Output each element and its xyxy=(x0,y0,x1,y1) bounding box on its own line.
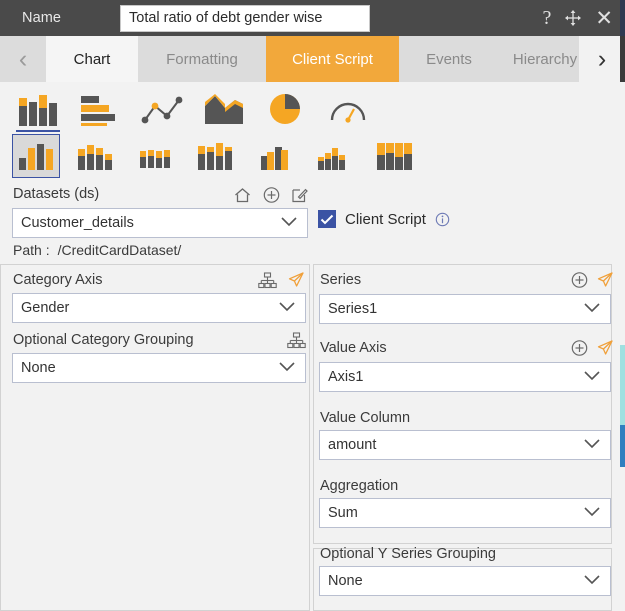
optional-y-series-grouping-value: None xyxy=(328,573,363,589)
column-stacked-small-variant-icon[interactable] xyxy=(132,134,180,178)
aggregation-select[interactable]: Sum xyxy=(319,498,611,528)
chevron-down-icon xyxy=(583,573,601,589)
tabs-scroll-right-icon[interactable]: › xyxy=(579,36,625,82)
background-edge-sliver xyxy=(620,0,625,611)
chevron-down-icon xyxy=(278,360,296,376)
move-cross-icon[interactable] xyxy=(564,9,582,27)
value-axis-value: Axis1 xyxy=(328,369,363,385)
series-send-arrow-icon[interactable] xyxy=(596,271,614,289)
bar-chart-type-icon[interactable] xyxy=(76,86,124,126)
column-chart-type-icon[interactable] xyxy=(14,86,62,126)
tab-hierarchy[interactable]: Hierarchy xyxy=(499,36,591,82)
client-script-label: Client Script xyxy=(345,211,426,228)
category-axis-value: Gender xyxy=(21,300,69,316)
optional-y-series-grouping-label: Optional Y Series Grouping xyxy=(320,546,496,562)
category-axis-select[interactable]: Gender xyxy=(12,293,306,323)
optional-y-series-grouping-select[interactable]: None xyxy=(319,566,611,596)
column-clustered-variant-icon[interactable] xyxy=(12,134,60,178)
optional-category-grouping-label: Optional Category Grouping xyxy=(13,332,194,348)
chevron-down-icon xyxy=(583,369,601,385)
chevron-down-icon xyxy=(583,505,601,521)
chevron-down-icon xyxy=(583,301,601,317)
series-label: Series xyxy=(320,272,361,288)
column-full-stacked-variant-icon[interactable] xyxy=(372,134,420,178)
value-axis-send-arrow-icon[interactable] xyxy=(596,339,614,357)
column-overlap-variant-icon[interactable] xyxy=(252,134,300,178)
optional-category-grouping-select[interactable]: None xyxy=(12,353,306,383)
value-column-value: amount xyxy=(328,437,376,453)
name-field-label: Name xyxy=(22,10,118,26)
gauge-chart-type-icon[interactable] xyxy=(324,86,372,126)
client-script-checkbox[interactable] xyxy=(318,210,336,228)
value-column-select[interactable]: amount xyxy=(319,430,611,460)
edit-pencil-icon[interactable] xyxy=(290,186,309,204)
column-stacked-variant-icon[interactable] xyxy=(72,134,120,178)
value-axis-add-plus-circle-icon[interactable] xyxy=(570,339,589,357)
series-select[interactable]: Series1 xyxy=(319,294,611,324)
tab-chart[interactable]: Chart xyxy=(46,36,138,82)
dataset-path-value: /CreditCardDataset/ xyxy=(58,242,182,258)
dataset-path-row: Path : /CreditCardDataset/ xyxy=(13,242,181,258)
series-value: Series1 xyxy=(328,301,377,317)
home-icon[interactable] xyxy=(233,186,252,204)
pie-chart-type-icon[interactable] xyxy=(262,86,310,126)
category-axis-hierarchy-tree-icon[interactable] xyxy=(258,272,277,289)
value-axis-label: Value Axis xyxy=(320,340,387,356)
tab-bar: ‹ Chart Formatting Client Script Events … xyxy=(0,36,625,82)
tab-formatting[interactable]: Formatting xyxy=(138,36,266,82)
category-axis-send-arrow-icon[interactable] xyxy=(287,271,305,289)
info-circle-icon[interactable] xyxy=(435,212,450,227)
datasets-label: Datasets (ds) xyxy=(13,186,99,202)
dataset-select-value: Customer_details xyxy=(21,215,134,231)
scatter-line-chart-type-icon[interactable] xyxy=(138,86,186,126)
window-controls: ? ✕ xyxy=(543,0,614,36)
aggregation-value: Sum xyxy=(328,505,358,521)
chevron-down-icon xyxy=(278,300,296,316)
chevron-down-icon xyxy=(280,215,298,231)
chart-type-family-row xyxy=(0,82,372,130)
chart-settings-panel: Datasets (ds) Customer_details Path : /C… xyxy=(0,82,625,611)
column-stacked-tall-variant-icon[interactable] xyxy=(192,134,240,178)
close-x-icon[interactable]: ✕ xyxy=(595,8,613,29)
category-axis-label: Category Axis xyxy=(13,272,102,288)
dataset-select[interactable]: Customer_details xyxy=(12,208,308,238)
value-column-label: Value Column xyxy=(320,410,410,426)
value-axis-select[interactable]: Axis1 xyxy=(319,362,611,392)
chart-name-input[interactable]: Total ratio of debt gender wise xyxy=(120,5,370,32)
optional-category-grouping-hierarchy-tree-icon[interactable] xyxy=(287,332,306,349)
help-icon[interactable]: ? xyxy=(543,8,552,28)
tab-events[interactable]: Events xyxy=(399,36,499,82)
series-add-plus-circle-icon[interactable] xyxy=(570,271,589,289)
tab-client-script[interactable]: Client Script xyxy=(266,36,399,82)
client-script-checkbox-row[interactable]: Client Script xyxy=(318,210,450,228)
dataset-path-label: Path : xyxy=(13,242,50,258)
aggregation-label: Aggregation xyxy=(320,478,398,494)
column-mixed-variant-icon[interactable] xyxy=(312,134,360,178)
window-title-bar: Name Total ratio of debt gender wise ? ✕ xyxy=(0,0,625,36)
area-chart-type-icon[interactable] xyxy=(200,86,248,126)
chevron-down-icon xyxy=(583,437,601,453)
chart-type-variant-row xyxy=(0,130,420,182)
tabs-scroll-left-icon[interactable]: ‹ xyxy=(0,36,46,82)
add-dataset-plus-circle-icon[interactable] xyxy=(262,186,281,204)
optional-category-grouping-value: None xyxy=(21,360,56,376)
